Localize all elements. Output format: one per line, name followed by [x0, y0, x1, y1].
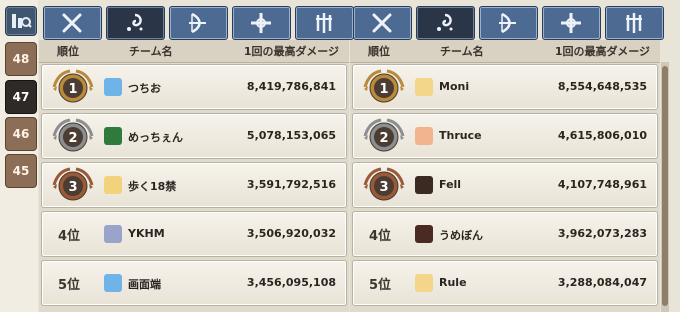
max-damage-value: 4,107,748,961 — [557, 178, 647, 191]
crossed-swords-icon — [372, 13, 392, 33]
peach-team-icon — [415, 127, 433, 145]
table-row[interactable]: 2 めっちぇん 5,078,153,065 — [41, 113, 347, 159]
rank-label: 5位 — [369, 278, 392, 293]
bronze-medal-icon: 3 — [359, 165, 409, 205]
team-name: めっちぇん — [128, 131, 183, 144]
holy-tab[interactable] — [232, 6, 291, 40]
max-damage-value: 3,962,073,283 — [557, 227, 647, 240]
rank-label: 5位 — [58, 278, 81, 293]
cat-team-icon — [415, 274, 433, 292]
team-name: Moni — [439, 80, 470, 93]
ranking-filter-icon — [12, 14, 32, 28]
globe-team-icon — [104, 78, 122, 96]
team-name: 画面端 — [128, 278, 161, 291]
silver-medal-icon: 2 — [48, 116, 98, 156]
silver-medal-icon: 2 — [359, 116, 409, 156]
right-ranking-panel: 順位 チーム名 1回の最高ダメージ 1 Moni 8,554,648,535 2 Thr… — [350, 40, 660, 312]
bow-tab[interactable] — [169, 6, 228, 40]
week-tab-45[interactable]: 45 — [5, 154, 37, 188]
max-damage-value: 4,615,806,010 — [557, 129, 647, 142]
sword-tab[interactable] — [43, 6, 102, 40]
dark-figure-team-icon — [415, 225, 433, 243]
week-tab-47[interactable]: 47 — [5, 80, 37, 114]
max-damage-value: 8,554,648,535 — [557, 80, 647, 93]
max-damage-value: 3,591,792,516 — [246, 178, 336, 191]
rank-label: 4位 — [58, 229, 81, 244]
max-damage-value: 3,456,095,108 — [246, 276, 336, 289]
magic-swirl-icon — [127, 13, 143, 31]
moon-team-icon — [104, 127, 122, 145]
magic-swirl-icon — [437, 13, 453, 31]
lance-tab[interactable] — [605, 6, 664, 40]
bow-icon — [189, 12, 206, 34]
svg-text:3: 3 — [68, 180, 77, 195]
sword-tab[interactable] — [353, 6, 412, 40]
table-row[interactable]: 1 Moni 8,554,648,535 — [352, 64, 658, 110]
gold-medal-icon: 1 — [359, 67, 409, 107]
holy-tab[interactable] — [542, 6, 601, 40]
team-name: Rule — [439, 276, 467, 289]
magic-tab[interactable] — [106, 6, 165, 40]
sparkle-team-icon — [104, 176, 122, 194]
table-row[interactable]: 3 歩く18禁 3,591,792,516 — [41, 162, 347, 208]
svg-text:3: 3 — [379, 180, 388, 195]
week-tab-48[interactable]: 48 — [5, 42, 37, 76]
team-column-header: チーム名 — [129, 45, 173, 58]
damage-column-header: 1回の最高ダメージ — [243, 45, 339, 58]
robot-team-icon — [104, 225, 122, 243]
svg-text:1: 1 — [68, 82, 77, 97]
max-damage-value: 3,288,084,047 — [557, 276, 647, 289]
rank-column-header: 順位 — [368, 45, 390, 58]
max-damage-value: 8,419,786,841 — [246, 80, 336, 93]
table-row[interactable]: 4位 うめぼん 3,962,073,283 — [352, 211, 658, 257]
left-ranking-panel: 順位 チーム名 1回の最高ダメージ 1 つちお 8,419,786,841 2 めっちぇ… — [39, 40, 349, 312]
lance-icon — [626, 13, 642, 33]
ranking-header: 順位 チーム名 1回の最高ダメージ — [350, 40, 660, 63]
svg-text:2: 2 — [68, 131, 77, 146]
damage-column-header: 1回の最高ダメージ — [554, 45, 650, 58]
ranking-screen: 48 47 46 45 順位 チーム名 1回の最高ダメージ 1 つちお 8,41… — [0, 0, 680, 312]
lance-icon — [316, 13, 332, 33]
table-row[interactable]: 5位 画面端 3,456,095,108 — [41, 260, 347, 306]
holy-cross-icon — [561, 13, 581, 33]
team-name: Thruce — [439, 129, 482, 142]
week-tab-46[interactable]: 46 — [5, 117, 37, 151]
svg-text:1: 1 — [379, 82, 388, 97]
filter-button[interactable] — [5, 6, 37, 36]
cat-team-icon — [415, 78, 433, 96]
bow-icon — [499, 12, 516, 34]
table-row[interactable]: 1 つちお 8,419,786,841 — [41, 64, 347, 110]
magic-tab[interactable] — [416, 6, 475, 40]
globe-team-icon — [104, 274, 122, 292]
table-row[interactable]: 2 Thruce 4,615,806,010 — [352, 113, 658, 159]
scrollbar[interactable] — [661, 62, 669, 312]
svg-text:2: 2 — [379, 131, 388, 146]
table-row[interactable]: 3 Fell 4,107,748,961 — [352, 162, 658, 208]
max-damage-value: 5,078,153,065 — [246, 129, 336, 142]
crossed-swords-icon — [62, 13, 82, 33]
rank-label: 4位 — [369, 229, 392, 244]
team-name: 歩く18禁 — [128, 180, 177, 193]
gold-medal-icon: 1 — [48, 67, 98, 107]
bronze-medal-icon: 3 — [48, 165, 98, 205]
ranking-header: 順位 チーム名 1回の最高ダメージ — [39, 40, 349, 63]
left-team-strip — [43, 6, 354, 40]
team-name: うめぼん — [439, 229, 483, 242]
max-damage-value: 3,506,920,032 — [246, 227, 336, 240]
dark-figure-team-icon — [415, 176, 433, 194]
week-sidebar: 48 47 46 45 — [0, 0, 38, 312]
rank-column-header: 順位 — [57, 45, 79, 58]
team-name: YKHM — [128, 227, 165, 240]
holy-cross-icon — [251, 13, 271, 33]
table-row[interactable]: 4位 YKHM 3,506,920,032 — [41, 211, 347, 257]
team-column-header: チーム名 — [440, 45, 484, 58]
table-row[interactable]: 5位 Rule 3,288,084,047 — [352, 260, 658, 306]
bow-tab[interactable] — [479, 6, 538, 40]
team-name: Fell — [439, 178, 462, 191]
right-team-strip — [353, 6, 664, 40]
team-name: つちお — [128, 82, 161, 95]
scroll-thumb[interactable] — [662, 66, 668, 306]
lance-tab[interactable] — [295, 6, 354, 40]
